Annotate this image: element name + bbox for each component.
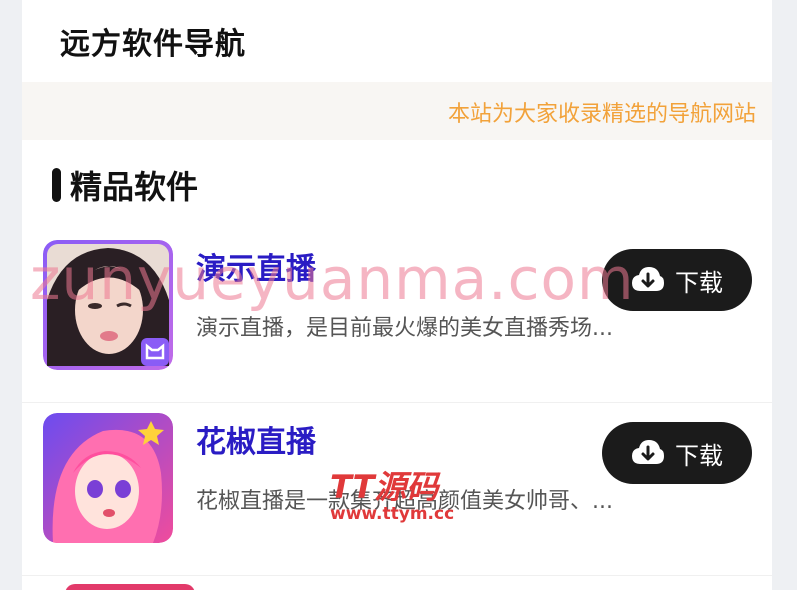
site-header: 远方软件导航	[22, 0, 772, 82]
section-accent-bar	[52, 168, 61, 202]
app-item[interactable]: 花椒直播 花椒直播是一款集齐超高颜值美女帅哥、... 下载	[22, 403, 772, 576]
app-item[interactable]: 演示直播 演示直播，是目前最火爆的美女直播秀场... 下载	[22, 230, 772, 403]
app-name[interactable]: 花椒直播	[196, 417, 316, 461]
download-button[interactable]: 下载	[602, 422, 752, 484]
app-name[interactable]: 演示直播	[196, 244, 316, 288]
download-label: 下载	[675, 268, 723, 297]
app-icon-partial[interactable]	[65, 584, 195, 590]
app-item-partial[interactable]	[22, 566, 772, 590]
download-button[interactable]: 下载	[602, 249, 752, 311]
section-header: 精品软件	[22, 140, 772, 230]
app-description: 花椒直播是一款集齐超高颜值美女帅哥、...	[196, 489, 613, 514]
site-title[interactable]: 远方软件导航	[60, 19, 246, 63]
app-description: 演示直播，是目前最火爆的美女直播秀场...	[196, 316, 613, 341]
cloud-download-icon	[632, 267, 664, 291]
app-list: 演示直播 演示直播，是目前最火爆的美女直播秀场... 下载 花椒直播 花椒直播是…	[22, 230, 772, 576]
cloud-download-icon	[632, 440, 664, 464]
page-container: 远方软件导航 本站为大家收录精选的导航网站 精品软件 演示直播 演示直播，是目前…	[22, 0, 772, 590]
app-icon-yanshi[interactable]	[43, 240, 173, 370]
section-title: 精品软件	[70, 168, 199, 206]
notice-marquee-text: 本站为大家收录精选的导航网站	[448, 102, 757, 127]
download-label: 下载	[675, 441, 723, 470]
notice-bar: 本站为大家收录精选的导航网站	[22, 82, 772, 140]
app-icon-huajiao[interactable]	[43, 413, 173, 543]
